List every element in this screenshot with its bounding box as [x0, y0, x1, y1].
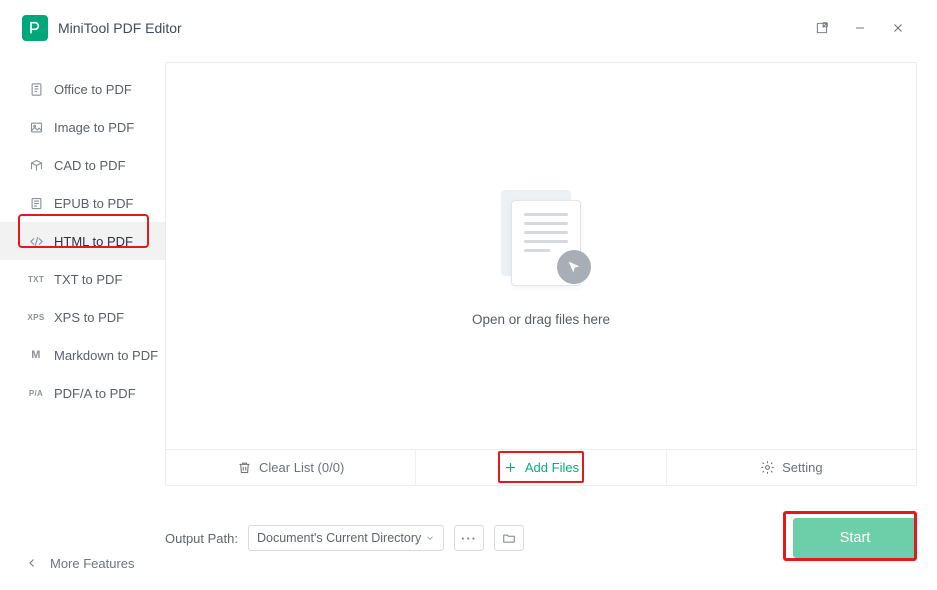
- drop-zone[interactable]: Open or drag files here: [166, 63, 916, 449]
- start-label: Start: [840, 530, 871, 546]
- add-files-button[interactable]: Add Files: [416, 450, 666, 485]
- office-icon: [28, 81, 44, 97]
- setting-button[interactable]: Setting: [667, 450, 916, 485]
- plus-icon: [503, 460, 518, 475]
- main-panel: Open or drag files here Clear List (0/0)…: [165, 62, 917, 486]
- panel-toggle-button[interactable]: [803, 12, 841, 44]
- sidebar-item-markdown-to-pdf[interactable]: M Markdown to PDF: [0, 336, 165, 374]
- txt-icon: TXT: [28, 271, 44, 287]
- sidebar-item-office-to-pdf[interactable]: Office to PDF: [0, 70, 165, 108]
- sidebar-item-label: Image to PDF: [54, 120, 134, 135]
- panel-toolbar: Clear List (0/0) Add Files Setting: [166, 449, 916, 485]
- sidebar: Office to PDF Image to PDF CAD to PDF EP…: [0, 56, 165, 590]
- clear-list-label: Clear List (0/0): [259, 460, 344, 475]
- chevron-down-icon: [425, 533, 435, 543]
- html-icon: [28, 233, 44, 249]
- sidebar-item-label: CAD to PDF: [54, 158, 126, 173]
- close-button[interactable]: [879, 12, 917, 44]
- sidebar-item-label: Office to PDF: [54, 82, 132, 97]
- more-features-label: More Features: [50, 556, 135, 571]
- pdfa-icon: P/A: [28, 385, 44, 401]
- app-logo: [22, 15, 48, 41]
- xps-icon: XPS: [28, 309, 44, 325]
- sidebar-item-label: EPUB to PDF: [54, 196, 133, 211]
- sidebar-item-txt-to-pdf[interactable]: TXT TXT to PDF: [0, 260, 165, 298]
- sidebar-item-image-to-pdf[interactable]: Image to PDF: [0, 108, 165, 146]
- clear-list-button[interactable]: Clear List (0/0): [166, 450, 416, 485]
- output-path-value: Document's Current Directory: [257, 531, 421, 545]
- chevron-left-icon: [26, 557, 38, 569]
- title-bar: MiniTool PDF Editor: [0, 0, 937, 56]
- sidebar-item-pdfa-to-pdf[interactable]: P/A PDF/A to PDF: [0, 374, 165, 412]
- sidebar-item-cad-to-pdf[interactable]: CAD to PDF: [0, 146, 165, 184]
- app-title: MiniTool PDF Editor: [58, 20, 182, 36]
- open-folder-button[interactable]: [494, 525, 524, 551]
- dropzone-illustration: [491, 186, 591, 286]
- sidebar-item-label: TXT to PDF: [54, 272, 122, 287]
- more-features-button[interactable]: More Features: [0, 536, 165, 590]
- cad-icon: [28, 157, 44, 173]
- sidebar-item-label: HTML to PDF: [54, 234, 133, 249]
- dropzone-hint: Open or drag files here: [472, 312, 610, 327]
- epub-icon: [28, 195, 44, 211]
- markdown-icon: M: [28, 347, 44, 363]
- sidebar-item-label: PDF/A to PDF: [54, 386, 136, 401]
- sidebar-item-label: Markdown to PDF: [54, 348, 158, 363]
- gear-icon: [760, 460, 775, 475]
- folder-icon: [502, 531, 516, 545]
- minimize-button[interactable]: [841, 12, 879, 44]
- cursor-badge-icon: [557, 250, 591, 284]
- output-path-select[interactable]: Document's Current Directory: [248, 525, 444, 551]
- start-button[interactable]: Start: [793, 518, 917, 558]
- add-files-label: Add Files: [525, 460, 579, 475]
- output-path-label: Output Path:: [165, 531, 238, 546]
- trash-icon: [237, 460, 252, 475]
- setting-label: Setting: [782, 460, 822, 475]
- image-icon: [28, 119, 44, 135]
- browse-more-button[interactable]: ···: [454, 525, 484, 551]
- sidebar-item-epub-to-pdf[interactable]: EPUB to PDF: [0, 184, 165, 222]
- sidebar-item-xps-to-pdf[interactable]: XPS XPS to PDF: [0, 298, 165, 336]
- sidebar-item-html-to-pdf[interactable]: HTML to PDF: [0, 222, 165, 260]
- sidebar-item-label: XPS to PDF: [54, 310, 124, 325]
- bottom-bar: Output Path: Document's Current Director…: [165, 486, 917, 558]
